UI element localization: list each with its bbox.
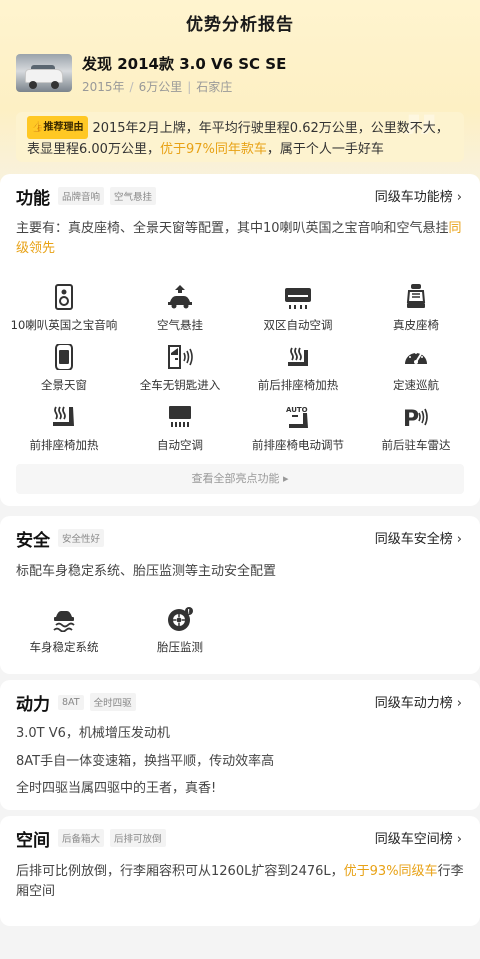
air-suspension-icon [166,284,194,310]
car-meta: 2015年/6万公里 | 石家庄 [82,80,233,94]
stability-control-icon [50,606,78,633]
auto-ac-icon [166,404,194,430]
space-tag: 后排可放倒 [110,829,166,847]
space-desc: 后排可比例放倒，行李厢容积可从1260L扩容到2476L，优于93%同级车行李厢… [16,864,464,899]
car-year: 2015年 [82,80,125,94]
power-rank-link[interactable]: 同级车动力榜 › [375,692,462,711]
chevron-right-icon: › [456,532,462,547]
view-all-features-button[interactable]: 查看全部亮点功能 ▸ [16,464,464,494]
power-card: 动力 8AT 全时四驱 同级车动力榜 › 3.0T V6，机械增压发动机 8AT手… [0,680,480,810]
keyless-entry-icon [166,344,194,370]
seat-heating-icon [284,344,312,370]
space-rank-link[interactable]: 同级车空间榜 › [375,828,462,847]
features-rank-link[interactable]: 同级车功能榜 › [375,186,462,205]
reason-highlight: 优于97%同年款车 [159,142,267,157]
feature-item[interactable]: 前排座椅加热 [4,404,124,453]
space-title: 空间 [16,830,50,851]
leather-seat-icon [402,284,430,310]
chevron-right-icon: › [456,190,462,205]
space-card: 空间 后备箱大 后排可放倒 同级车空间榜 › 后排可比例放倒，行李厢容积可从126… [0,816,480,926]
front-seat-heating-icon [50,404,78,430]
power-line: 3.0T V6，机械增压发动机 [16,726,170,741]
svg-text:AUTO: AUTO [286,406,308,414]
chevron-right-icon: › [456,832,462,847]
power-line: 全时四驱当属四驱中的王者，真香! [16,781,217,796]
car-thumbnail[interactable] [16,54,72,92]
reason-text-end: ，属于个人一手好车 [266,142,384,157]
feature-item[interactable]: 空气悬挂 [120,284,240,333]
car-mileage: 6万公里 [138,80,183,94]
panoramic-sunroof-icon [50,343,78,371]
features-tag: 空气悬挂 [110,187,157,205]
feature-item[interactable]: P 前后驻车雷达 [356,404,476,453]
svg-text:P: P [403,407,419,430]
power-tag: 8AT [58,694,84,710]
feature-item[interactable]: AUTO 前排座椅电动调节 [238,404,358,453]
tire-pressure-icon: ! [166,606,194,632]
car-title: 发现 2014款 3.0 V6 SC SE [82,55,287,73]
feature-item[interactable]: 全景天窗 [4,343,124,393]
features-card: 功能 品牌音响 空气悬挂 同级车功能榜 › 主要有：真皮座椅、全景天窗等配置，其中… [0,174,480,506]
safety-title: 安全 [16,530,50,551]
power-line: 8AT手自一体变速箱，换挡平顺，传动效率高 [16,754,275,769]
thumbs-up-icon: 👍 [31,122,44,133]
cruise-control-icon [402,344,430,370]
feature-item[interactable]: 车身稳定系统 [4,606,124,655]
feature-item[interactable]: 双区自动空调 [238,284,358,333]
safety-tag: 安全性好 [58,529,105,547]
safety-rank-link[interactable]: 同级车安全榜 › [375,528,462,547]
feature-item[interactable]: 自动空调 [120,404,240,453]
feature-item[interactable]: ! 胎压监测 [120,606,240,655]
parking-radar-icon: P [402,404,430,432]
power-seat-icon: AUTO [284,404,312,430]
power-tag: 全时四驱 [89,693,136,711]
recommend-badge: 👍推荐理由 [27,116,89,139]
dual-zone-ac-icon [284,284,312,310]
power-title: 动力 [16,694,50,715]
space-tag: 后备箱大 [58,829,105,847]
page-title: 优势分析报告 [186,15,294,35]
feature-item[interactable]: 10喇叭英国之宝音响 [4,284,124,333]
space-desc-highlight: 优于93%同级车 [343,864,438,879]
features-tag: 品牌音响 [58,187,105,205]
safety-desc: 标配车身稳定系统、胎压监测等主动安全配置 [16,564,277,579]
svg-text:!: ! [187,608,190,615]
feature-item[interactable]: 前后排座椅加热 [238,344,358,393]
car-city: 石家庄 [196,80,233,94]
feature-item[interactable]: 真皮座椅 [356,284,476,333]
chevron-right-icon: › [456,696,462,711]
features-title: 功能 [16,188,50,209]
speaker-icon [50,284,78,310]
feature-item[interactable]: 定速巡航 [356,344,476,393]
recommend-reason-box: ” 👍推荐理由 2015年2月上牌，年平均行驶里程0.62万公里，公里数不大，表显… [16,112,464,162]
features-desc: 主要有：真皮座椅、全景天窗等配置，其中10喇叭英国之宝音响和空气悬挂同级领先 [16,221,462,256]
safety-card: 安全 安全性好 同级车安全榜 › 标配车身稳定系统、胎压监测等主动安全配置 车身稳… [0,516,480,674]
feature-item[interactable]: 全车无钥匙进入 [120,344,240,393]
